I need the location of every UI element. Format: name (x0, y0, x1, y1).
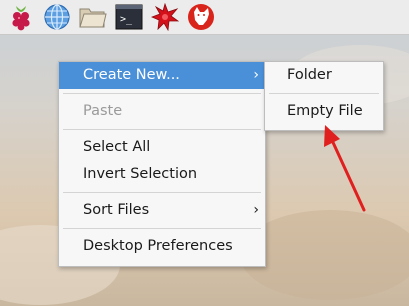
submenu-item-folder[interactable]: Folder (265, 62, 383, 89)
menu-item-label: Invert Selection (83, 166, 198, 182)
taskbar: >_ (0, 0, 409, 35)
menu-item-create-new[interactable]: Create New... › (59, 62, 265, 89)
web-browser-globe-icon (44, 4, 70, 30)
menu-item-desktop-preferences[interactable]: Desktop Preferences (59, 233, 265, 260)
menu-item-invert-selection[interactable]: Invert Selection (59, 161, 265, 188)
wolfram-wolf-icon (188, 4, 214, 30)
file-manager-folder-icon (79, 8, 107, 28)
desktop-context-menu: Create New... › Paste Select All Invert … (58, 61, 266, 267)
menu-separator (269, 93, 379, 94)
menu-separator (63, 129, 261, 130)
menu-separator (63, 93, 261, 94)
menu-separator (63, 228, 261, 229)
menu-item-label: Empty File (287, 103, 363, 119)
chevron-right-icon: › (253, 202, 259, 218)
file-manager-button[interactable] (78, 2, 108, 32)
chevron-right-icon: › (253, 67, 259, 83)
menu-item-select-all[interactable]: Select All (59, 134, 265, 161)
menu-item-label: Sort Files (83, 202, 150, 218)
menu-item-label: Paste (83, 103, 123, 119)
raspberry-menu-icon (12, 6, 30, 31)
wolfram-button[interactable] (186, 2, 216, 32)
menu-item-label: Desktop Preferences (83, 238, 233, 254)
mathematica-star-icon (151, 3, 179, 31)
web-browser-button[interactable] (42, 2, 72, 32)
create-new-submenu: Folder Empty File (264, 61, 384, 131)
menu-separator (63, 192, 261, 193)
raspberry-menu-button[interactable] (6, 2, 36, 32)
menu-item-sort-files[interactable]: Sort Files › (59, 197, 265, 224)
menu-item-label: Folder (287, 67, 332, 83)
terminal-icon: >_ (115, 4, 143, 30)
terminal-button[interactable]: >_ (114, 2, 144, 32)
menu-item-paste[interactable]: Paste (59, 98, 265, 125)
submenu-item-empty-file[interactable]: Empty File (265, 98, 383, 125)
menu-item-label: Create New... (83, 67, 180, 83)
mathematica-button[interactable] (150, 2, 180, 32)
menu-item-label: Select All (83, 139, 151, 155)
svg-text:>_: >_ (120, 14, 133, 25)
